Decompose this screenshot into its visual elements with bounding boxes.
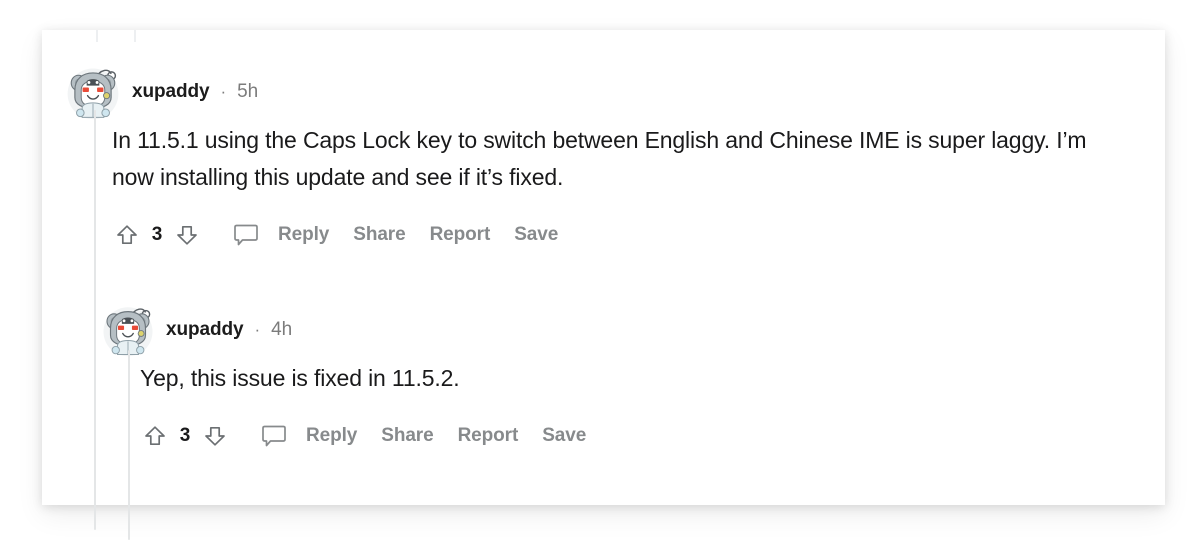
comment-author[interactable]: xupaddy [166,319,244,341]
comment-header: xupaddy · 4h [102,307,1142,357]
downvote-arrow-icon[interactable] [172,220,202,250]
vote-score: 3 [179,425,191,446]
comment-reply: xupaddy · 4h Yep, this issue is fixed in… [102,307,1142,540]
report-button[interactable]: Report [430,224,491,246]
reply-button[interactable]: Reply [306,425,357,447]
comment-header: xupaddy · 5h [66,68,1156,120]
thread-line-stub-inner [134,30,136,42]
meta-separator: · [254,320,261,339]
save-button[interactable]: Save [542,425,586,447]
comment-actions: 3 Reply Share Report Save [140,419,1142,453]
comment-body-wrap: Yep, this issue is fixed in 11.5.2. 3 Re… [102,350,1142,540]
vote-group: 3 [140,421,230,451]
share-button[interactable]: Share [381,425,433,447]
comment-text: In 11.5.1 using the Caps Lock key to swi… [112,127,1087,190]
vote-score: 3 [151,224,163,245]
comment-actions: 3 Reply Share Report Save [112,218,1156,252]
upvote-arrow-icon[interactable] [140,421,170,451]
vote-group: 3 [112,220,202,250]
comment-thread-card: xupaddy · 5h In 11.5.1 using the Caps Lo… [42,30,1165,540]
comment-text: Yep, this issue is fixed in 11.5.2. [140,365,460,391]
comment-author[interactable]: xupaddy [132,81,210,103]
comment-timestamp: 4h [271,319,293,340]
downvote-arrow-icon[interactable] [200,421,230,451]
comment-body-wrap: In 11.5.1 using the Caps Lock key to swi… [66,110,1156,530]
avatar[interactable] [64,63,122,121]
reply-button[interactable]: Reply [278,224,329,246]
save-button[interactable]: Save [514,224,558,246]
comment-bubble-icon[interactable] [230,220,262,250]
comment-timestamp: 5h [237,81,259,102]
thread-line[interactable] [94,110,96,530]
upvote-arrow-icon[interactable] [112,220,142,250]
thread-line[interactable] [128,350,130,540]
comment-bubble-icon[interactable] [258,421,290,451]
share-button[interactable]: Share [353,224,405,246]
thread-line-stub-outer [96,30,98,42]
meta-separator: · [220,82,227,101]
comment-root: xupaddy · 5h In 11.5.1 using the Caps Lo… [66,68,1156,530]
report-button[interactable]: Report [458,425,519,447]
